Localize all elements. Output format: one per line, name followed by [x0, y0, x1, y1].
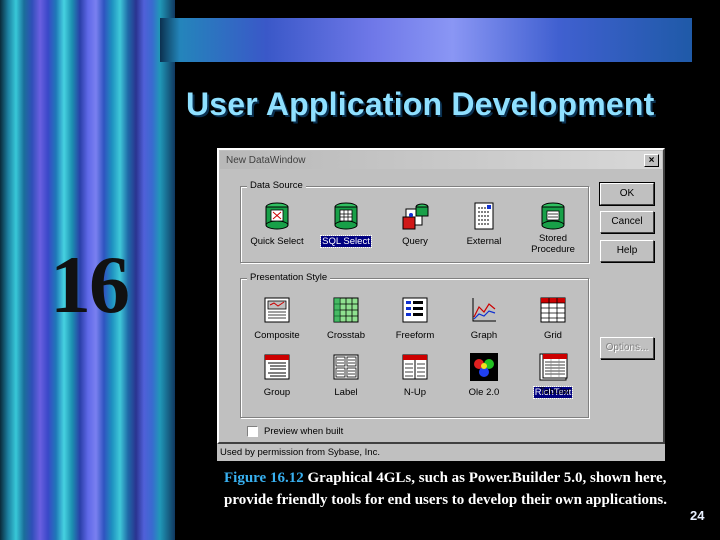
- style-n-up[interactable]: N-Up: [382, 352, 448, 400]
- n-up-icon: [400, 352, 430, 382]
- composite-icon: [262, 295, 292, 325]
- cancel-button[interactable]: Cancel: [600, 211, 654, 233]
- source-query-label: Query: [402, 236, 428, 247]
- style-ole-label: Ole 2.0: [468, 387, 500, 398]
- style-grid[interactable]: Grid: [520, 295, 586, 343]
- style-group[interactable]: Group: [244, 352, 310, 400]
- grid-icon: [538, 295, 568, 325]
- style-label[interactable]: Label: [313, 352, 379, 400]
- preview-when-built-checkbox[interactable]: [247, 426, 258, 437]
- style-group-label: Group: [263, 387, 291, 398]
- screenshot-panel: New DataWindow × Data Source Quick Selec…: [217, 148, 665, 461]
- style-crosstab[interactable]: Crosstab: [313, 295, 379, 343]
- quick-select-icon: [262, 201, 292, 231]
- dialog-title: New DataWindow: [226, 154, 306, 166]
- style-tabular[interactable]: Tabular: [522, 351, 588, 399]
- ok-button[interactable]: OK: [599, 182, 655, 206]
- style-tabular-label: Tabular: [539, 386, 571, 397]
- tabular-icon: [540, 351, 570, 381]
- ole-icon: [469, 352, 499, 382]
- style-composite-label: Composite: [254, 330, 300, 341]
- source-external-label: External: [466, 236, 502, 247]
- source-sql-select-label: SQL Select: [320, 235, 372, 248]
- crosstab-icon: [331, 295, 361, 325]
- style-n-up-label: N-Up: [403, 387, 427, 398]
- label-icon: [331, 352, 361, 382]
- style-composite[interactable]: Composite: [244, 295, 310, 343]
- source-sql-select[interactable]: SQL Select: [313, 201, 379, 249]
- help-button[interactable]: Help: [600, 240, 654, 262]
- style-ole[interactable]: Ole 2.0: [451, 352, 517, 400]
- stored-procedure-icon: [538, 201, 568, 231]
- data-source-legend: Data Source: [247, 180, 306, 191]
- style-freeform-label: Freeform: [395, 330, 435, 341]
- figure-caption: Figure 16.12 Graphical 4GLs, such as Pow…: [224, 467, 674, 511]
- source-query[interactable]: Query: [382, 201, 448, 249]
- top-band-fade: [160, 18, 180, 62]
- presentation-style-legend: Presentation Style: [247, 272, 331, 283]
- top-gradient-band: [160, 18, 692, 62]
- group-icon: [262, 352, 292, 382]
- style-label-label: Label: [334, 387, 358, 398]
- source-stored-procedure[interactable]: Stored Procedure: [520, 201, 586, 257]
- external-icon: [469, 201, 499, 231]
- slide-title: User Application Development: [186, 86, 655, 122]
- source-quick-select[interactable]: Quick Select: [244, 201, 310, 249]
- preview-when-built-label: Preview when built: [264, 426, 344, 437]
- close-button[interactable]: ×: [644, 153, 659, 167]
- freeform-icon: [400, 295, 430, 325]
- data-source-group: Data Source Quick Select SQL Select Quer…: [240, 180, 589, 263]
- source-quick-select-label: Quick Select: [250, 236, 304, 247]
- source-stored-procedure-label: Stored Procedure: [531, 233, 575, 255]
- new-datawindow-dialog: New DataWindow × Data Source Quick Selec…: [217, 148, 665, 444]
- page-number: 24: [690, 508, 705, 523]
- dialog-titlebar: New DataWindow ×: [220, 151, 662, 169]
- style-graph[interactable]: Graph: [451, 295, 517, 343]
- options-button[interactable]: Options...: [600, 337, 654, 359]
- query-icon: [400, 201, 430, 231]
- sql-select-icon: [331, 201, 361, 231]
- chapter-number: 16: [50, 239, 130, 330]
- style-crosstab-label: Crosstab: [326, 330, 365, 341]
- source-external[interactable]: External: [451, 201, 517, 249]
- figure-reference: Figure 16.12: [224, 470, 304, 486]
- preview-when-built-row[interactable]: Preview when built: [247, 426, 343, 437]
- permission-credit: Used by permission from Sybase, Inc.: [220, 447, 380, 458]
- graph-icon: [469, 295, 499, 325]
- style-grid-label: Grid: [544, 330, 562, 341]
- style-freeform[interactable]: Freeform: [382, 295, 448, 343]
- style-graph-label: Graph: [470, 330, 498, 341]
